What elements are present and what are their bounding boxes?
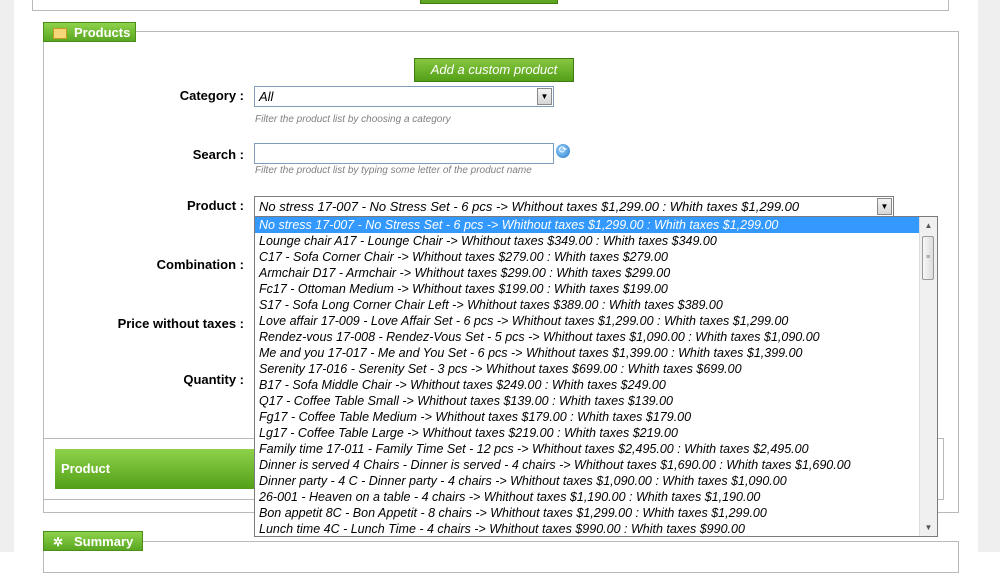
dropdown-option[interactable]: S17 - Sofa Long Corner Chair Left -> Whi… [255,297,937,313]
products-legend: Products [43,22,136,42]
dropdown-option[interactable]: Lunch time 4C - Lunch Time - 4 chairs ->… [255,521,937,536]
search-hint: Filter the product list by typing some l… [255,165,532,176]
search-input[interactable] [254,143,554,164]
summary-legend: ✲ Summary [43,531,143,551]
dropdown-option[interactable]: Q17 - Coffee Table Small -> Whithout tax… [255,393,937,409]
dropdown-scrollbar[interactable]: ▲ ≡ ▼ [919,217,937,536]
product-select[interactable]: No stress 17-007 - No Stress Set - 6 pcs… [254,196,894,217]
chevron-down-icon[interactable]: ▼ [537,88,552,105]
dropdown-option[interactable]: Rendez-vous 17-008 - Rendez-Vous Set - 5… [255,329,937,345]
summary-fieldset [43,541,959,573]
dropdown-option[interactable]: Love affair 17-009 - Love Affair Set - 6… [255,313,937,329]
category-hint: Filter the product list by choosing a ca… [255,114,451,125]
summary-icon: ✲ [53,535,64,549]
dropdown-option[interactable]: B17 - Sofa Middle Chair -> Whithout taxe… [255,377,937,393]
dropdown-option[interactable]: Dinner is served 4 Chairs - Dinner is se… [255,457,937,473]
price-without-taxes-label: Price without taxes : [117,316,244,331]
refresh-icon[interactable]: ⟳ [556,144,570,158]
dropdown-option[interactable]: Family time 17-011 - Family Time Set - 1… [255,441,937,457]
dropdown-option[interactable]: Fg17 - Coffee Table Medium -> Whithout t… [255,409,937,425]
dropdown-option[interactable]: Dinner party - 4 C - Dinner party - 4 ch… [255,473,937,489]
dropdown-option[interactable]: Bon appetit 8C - Bon Appetit - 8 chairs … [255,505,937,521]
product-label: Product : [186,198,244,213]
dropdown-option[interactable]: 26-001 - Heaven on a table - 4 chairs ->… [255,489,937,505]
dropdown-option[interactable]: No stress 17-007 - No Stress Set - 6 pcs… [255,217,937,233]
dropdown-option[interactable]: Me and you 17-017 - Me and You Set - 6 p… [255,345,937,361]
combination-label: Combination : [156,257,244,272]
dropdown-option[interactable]: Lg17 - Coffee Table Large -> Whithout ta… [255,425,937,441]
dropdown-option[interactable]: C17 - Sofa Corner Chair -> Whithout taxe… [255,249,937,265]
products-legend-label: Products [74,25,131,40]
quantity-label: Quantity : [183,372,244,387]
chevron-down-icon[interactable]: ▼ [877,198,892,215]
previous-section-button[interactable] [420,0,558,4]
summary-legend-label: Summary [74,534,134,549]
product-select-value: No stress 17-007 - No Stress Set - 6 pcs… [259,199,800,214]
scrollbar-thumb[interactable]: ≡ [922,236,934,280]
category-select-value: All [259,89,274,104]
category-select[interactable]: All ▼ [254,86,554,107]
dropdown-option[interactable]: Serenity 17-016 - Serenity Set - 3 pcs -… [255,361,937,377]
scroll-down-icon[interactable]: ▼ [920,519,937,536]
product-dropdown-list[interactable]: No stress 17-007 - No Stress Set - 6 pcs… [254,216,938,537]
product-options: No stress 17-007 - No Stress Set - 6 pcs… [255,217,937,536]
category-label: Category : [179,88,244,103]
search-label: Search : [192,147,244,162]
scroll-up-icon[interactable]: ▲ [920,217,937,234]
dropdown-option[interactable]: Armchair D17 - Armchair -> Whithout taxe… [255,265,937,281]
folder-icon [53,27,67,39]
add-custom-product-button[interactable]: Add a custom product [414,58,574,82]
dropdown-option[interactable]: Fc17 - Ottoman Medium -> Whithout taxes … [255,281,937,297]
dropdown-option[interactable]: Lounge chair A17 - Lounge Chair -> Whith… [255,233,937,249]
